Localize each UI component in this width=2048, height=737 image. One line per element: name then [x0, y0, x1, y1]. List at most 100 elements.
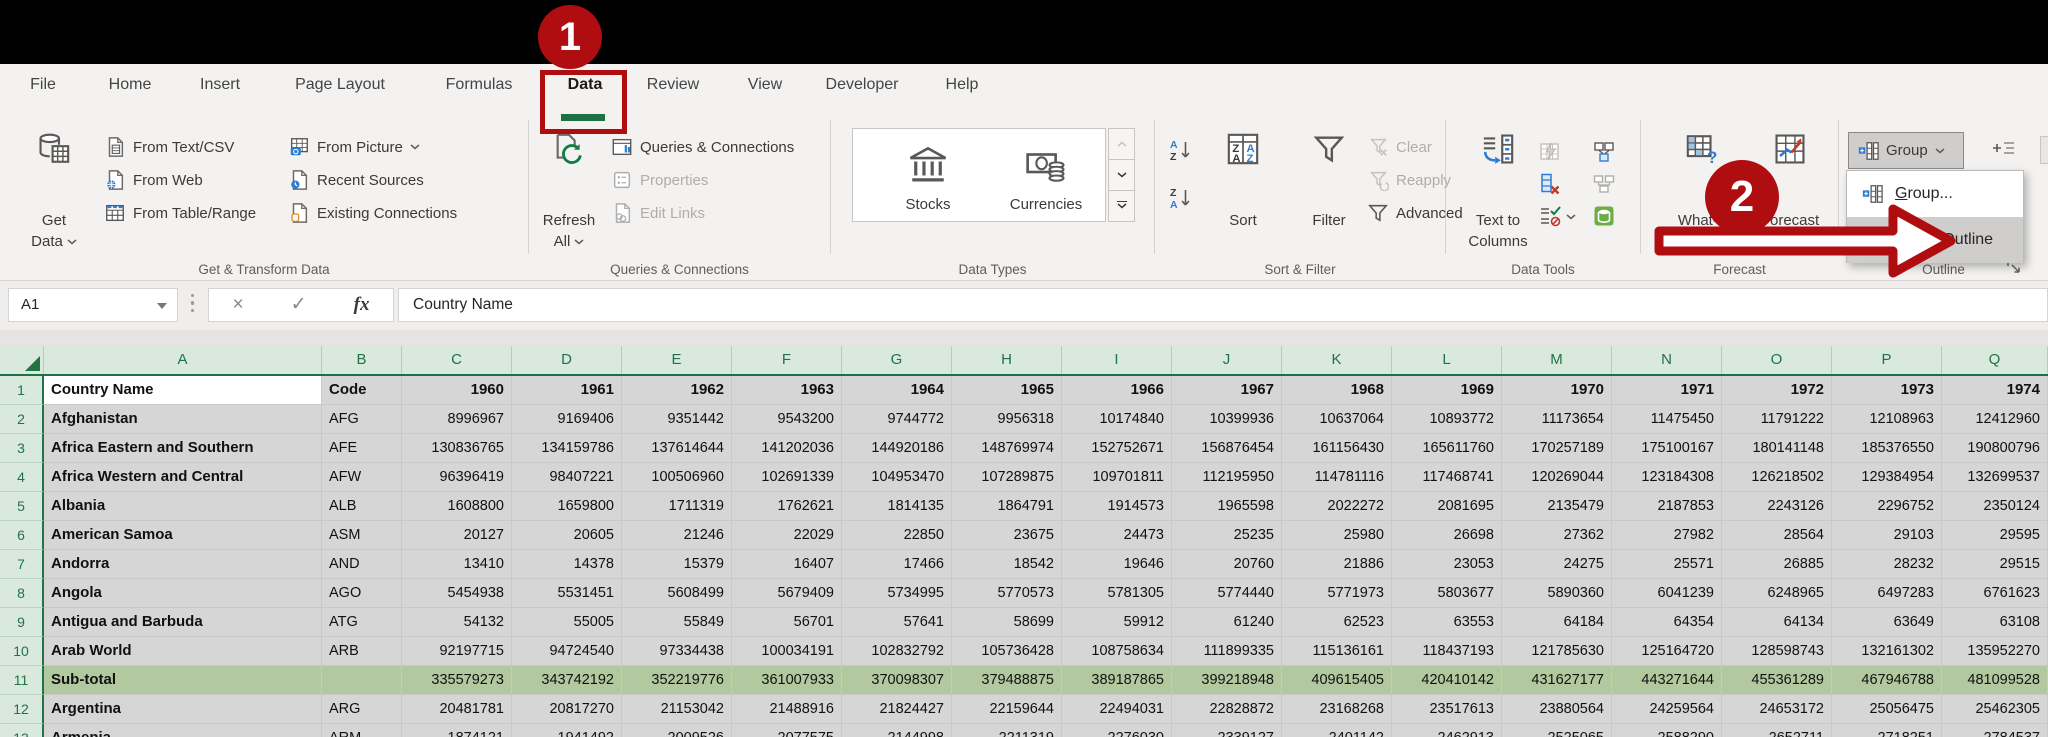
- tab-page-layout[interactable]: Page Layout: [295, 64, 385, 106]
- properties-button[interactable]: Properties: [611, 167, 708, 193]
- row-header-9[interactable]: 9: [0, 608, 44, 637]
- cell-value[interactable]: 135952270: [1942, 637, 2048, 666]
- cell-year-header[interactable]: 1962: [622, 376, 732, 405]
- cell-value[interactable]: 98407221: [512, 463, 622, 492]
- cell-value[interactable]: 17466: [842, 550, 952, 579]
- tab-help[interactable]: Help: [946, 64, 979, 106]
- cell-value[interactable]: 128598743: [1722, 637, 1832, 666]
- cell-value[interactable]: 467946788: [1832, 666, 1942, 695]
- cell-value[interactable]: 370098307: [842, 666, 952, 695]
- cell-value[interactable]: 23168268: [1282, 695, 1392, 724]
- relationships-button[interactable]: [1592, 172, 1618, 198]
- cell-country-name[interactable]: Afghanistan: [44, 405, 322, 434]
- cell-value[interactable]: 109701811: [1062, 463, 1172, 492]
- cell-value[interactable]: 61240: [1172, 608, 1282, 637]
- column-header-Q[interactable]: Q: [1942, 346, 2048, 374]
- chevron-down-icon[interactable]: [1566, 214, 1576, 220]
- cell-value[interactable]: 12412960: [1942, 405, 2048, 434]
- cell-code[interactable]: AND: [322, 550, 402, 579]
- cell-value[interactable]: 5774440: [1172, 579, 1282, 608]
- cell-value[interactable]: 2022272: [1282, 492, 1392, 521]
- cell-value[interactable]: 1874121: [402, 724, 512, 737]
- column-header-G[interactable]: G: [842, 346, 952, 374]
- cell-value[interactable]: 105736428: [952, 637, 1062, 666]
- cell-value[interactable]: 24259564: [1612, 695, 1722, 724]
- cell-value[interactable]: 115136161: [1282, 637, 1392, 666]
- column-header-P[interactable]: P: [1832, 346, 1942, 374]
- cell-value[interactable]: 175100167: [1612, 434, 1722, 463]
- cell-value[interactable]: 2718251: [1832, 724, 1942, 737]
- stocks-data-type[interactable]: Stocks: [869, 129, 987, 221]
- cell-value[interactable]: 111899335: [1172, 637, 1282, 666]
- cell-value[interactable]: 2350124: [1942, 492, 2048, 521]
- cell-value[interactable]: 5531451: [512, 579, 622, 608]
- cell-value[interactable]: 20127: [402, 521, 512, 550]
- cell-country-name[interactable]: Antigua and Barbuda: [44, 608, 322, 637]
- cell-value[interactable]: 118437193: [1392, 637, 1502, 666]
- cell-value[interactable]: 18542: [952, 550, 1062, 579]
- cell-value[interactable]: 24473: [1062, 521, 1172, 550]
- cell-value[interactable]: 28232: [1832, 550, 1942, 579]
- cell-value[interactable]: 2077575: [732, 724, 842, 737]
- cell-value[interactable]: 19646: [1062, 550, 1172, 579]
- tab-view[interactable]: View: [748, 64, 782, 106]
- consolidate-button[interactable]: [1592, 140, 1618, 166]
- row-header-2[interactable]: 2: [0, 405, 44, 434]
- cell-value[interactable]: 22029: [732, 521, 842, 550]
- cell-value[interactable]: 25235: [1172, 521, 1282, 550]
- remove-duplicates-button[interactable]: [1538, 172, 1564, 198]
- cell-value[interactable]: 134159786: [512, 434, 622, 463]
- tab-home[interactable]: Home: [109, 64, 152, 106]
- cell-value[interactable]: 102691339: [732, 463, 842, 492]
- cell-year-header[interactable]: 1974: [1942, 376, 2048, 405]
- cell-value[interactable]: 10637064: [1282, 405, 1392, 434]
- flash-fill-button[interactable]: [1538, 140, 1564, 166]
- row-header-5[interactable]: 5: [0, 492, 44, 521]
- cell-value[interactable]: 420410142: [1392, 666, 1502, 695]
- cell-value[interactable]: 96396419: [402, 463, 512, 492]
- cell-value[interactable]: 5454938: [402, 579, 512, 608]
- cell-value[interactable]: 2187853: [1612, 492, 1722, 521]
- edit-links-button[interactable]: Edit Links: [611, 200, 705, 226]
- cell-country-name-header[interactable]: Country Name: [44, 376, 322, 405]
- tab-developer[interactable]: Developer: [826, 64, 899, 106]
- cell-value[interactable]: 5771973: [1282, 579, 1392, 608]
- cell-value[interactable]: 25056475: [1832, 695, 1942, 724]
- cell-value[interactable]: 148769974: [952, 434, 1062, 463]
- cell-year-header[interactable]: 1965: [952, 376, 1062, 405]
- manage-data-model-button[interactable]: [1592, 204, 1618, 230]
- cell-value[interactable]: 63649: [1832, 608, 1942, 637]
- cell-value[interactable]: 29595: [1942, 521, 2048, 550]
- column-header-N[interactable]: N: [1612, 346, 1722, 374]
- row-header-11[interactable]: 11: [0, 666, 44, 695]
- cell-value[interactable]: 8996967: [402, 405, 512, 434]
- cell-value[interactable]: 13410: [402, 550, 512, 579]
- cell-value[interactable]: 5803677: [1392, 579, 1502, 608]
- cell-value[interactable]: 343742192: [512, 666, 622, 695]
- cell-value[interactable]: 1914573: [1062, 492, 1172, 521]
- cell-value[interactable]: 126218502: [1722, 463, 1832, 492]
- cell-value[interactable]: 104953470: [842, 463, 952, 492]
- column-header-M[interactable]: M: [1502, 346, 1612, 374]
- cell-year-header[interactable]: 1963: [732, 376, 842, 405]
- cell-value[interactable]: 409615405: [1282, 666, 1392, 695]
- cell-value[interactable]: 9744772: [842, 405, 952, 434]
- cell-value[interactable]: 100034191: [732, 637, 842, 666]
- existing-connections-button[interactable]: Existing Connections: [288, 200, 457, 226]
- cell-value[interactable]: 54132: [402, 608, 512, 637]
- cell-code[interactable]: AGO: [322, 579, 402, 608]
- cell-value[interactable]: 2784537: [1942, 724, 2048, 737]
- cell-value[interactable]: 94724540: [512, 637, 622, 666]
- row-header-10[interactable]: 10: [0, 637, 44, 666]
- tab-review[interactable]: Review: [647, 64, 699, 106]
- cell-year-header[interactable]: 1961: [512, 376, 622, 405]
- cell-value[interactable]: 11791222: [1722, 405, 1832, 434]
- cell-value[interactable]: 20605: [512, 521, 622, 550]
- cell-code[interactable]: ASM: [322, 521, 402, 550]
- column-header-L[interactable]: L: [1392, 346, 1502, 374]
- row-header-12[interactable]: 12: [0, 695, 44, 724]
- cell-value[interactable]: 125164720: [1612, 637, 1722, 666]
- formula-bar-handle[interactable]: [191, 294, 195, 316]
- cell-value[interactable]: 22850: [842, 521, 952, 550]
- cell-value[interactable]: 10174840: [1062, 405, 1172, 434]
